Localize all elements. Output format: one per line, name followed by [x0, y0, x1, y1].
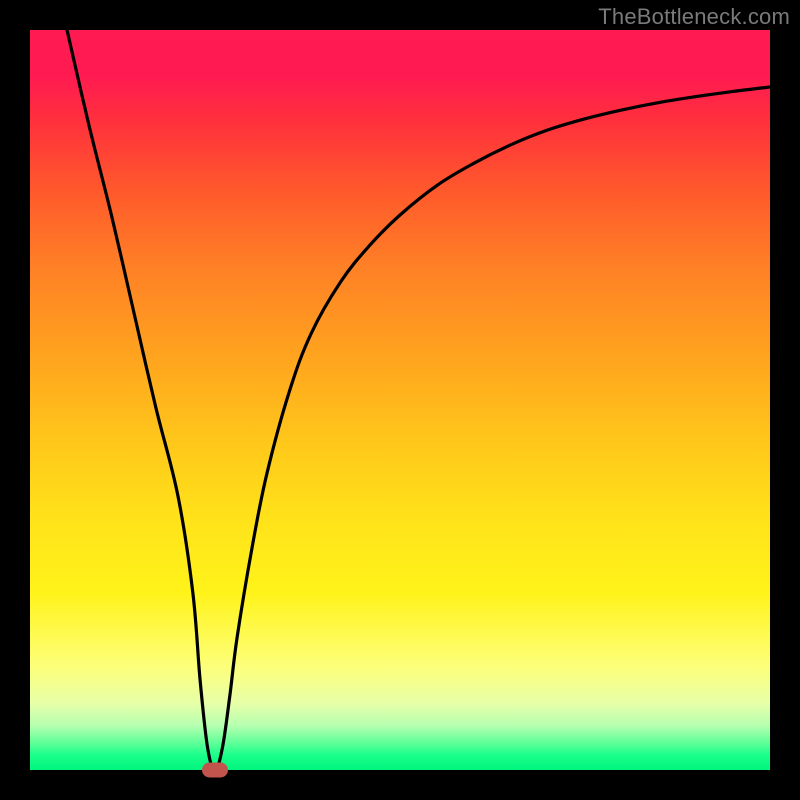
- chart-frame: TheBottleneck.com: [0, 0, 800, 800]
- optimum-marker: [202, 763, 228, 778]
- plot-area: [30, 30, 770, 770]
- curve-layer: [30, 30, 770, 770]
- bottleneck-curve: [67, 30, 770, 770]
- attribution-text: TheBottleneck.com: [598, 4, 790, 30]
